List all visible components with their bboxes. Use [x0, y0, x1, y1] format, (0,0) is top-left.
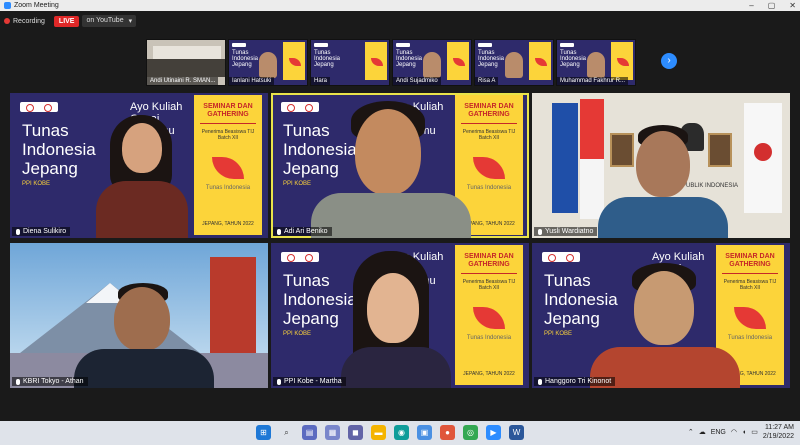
- asean-flag: [552, 103, 578, 213]
- participant-nametag: KBRI Tokyo - Athan: [12, 377, 88, 386]
- task-view-icon[interactable]: ▤: [302, 425, 317, 440]
- close-button[interactable]: ✕: [789, 0, 796, 11]
- participant-nametag: PPI Kobe - Martha: [273, 377, 346, 386]
- participant-name: Ianlani Hatsuki: [229, 77, 275, 85]
- language-indicator[interactable]: ENG: [711, 429, 726, 436]
- participant-video: [505, 52, 523, 78]
- live-badge[interactable]: LIVE: [53, 15, 80, 27]
- slide-subtitle: PPI KOBE: [22, 181, 51, 187]
- leaf-logo-icon: [473, 307, 505, 329]
- slide-subtitle: PPI KOBE: [283, 181, 312, 187]
- ppi-logo-icon: [542, 252, 580, 262]
- zoom-logo-icon: [4, 2, 11, 9]
- mic-icon: [16, 378, 20, 385]
- clock-date: 2/19/2022: [762, 433, 794, 440]
- clock[interactable]: 11:27 AM 2/19/2022: [763, 423, 794, 441]
- app-icon[interactable]: ●: [440, 425, 455, 440]
- wall-sign: PUBLIK INDONESIA: [682, 183, 739, 189]
- ppi-logo-icon: [281, 102, 319, 112]
- clock-time: 11:27 AM: [764, 424, 794, 431]
- window-title: Zoom Meeting: [14, 2, 59, 9]
- file-explorer-icon[interactable]: ▬: [371, 425, 386, 440]
- filmstrip-tile[interactable]: Tunas Indonesia Jepang Ianlani Hatsuki: [228, 39, 308, 86]
- maximize-button[interactable]: ▢: [768, 0, 776, 11]
- participant-video: [259, 52, 277, 78]
- participant-name: Risa A: [475, 77, 499, 85]
- recording-label[interactable]: Recording: [13, 18, 45, 25]
- filmstrip-tile[interactable]: Tunas Indonesia Jepang Muhammad Fakhrur …: [556, 39, 636, 86]
- indonesia-flag: [580, 99, 604, 219]
- filmstrip-tile[interactable]: Tunas Indonesia Jepang Hara: [310, 39, 390, 86]
- participant-name: Andi Utinaini R. SMAN...: [147, 77, 219, 85]
- wifi-icon[interactable]: ◠: [731, 428, 737, 436]
- widgets-icon[interactable]: ▦: [325, 425, 340, 440]
- mic-icon: [277, 228, 281, 235]
- participant-nametag: Adi Ari Beniko: [273, 227, 332, 236]
- leaf-logo-icon: [734, 307, 766, 329]
- mic-icon: [277, 378, 281, 385]
- participant-nametag: Yusli Wardiatno: [534, 227, 598, 236]
- leaf-logo-icon: [473, 157, 505, 179]
- mic-icon: [538, 228, 542, 235]
- video-tile[interactable]: Tunas Indonesia Jepang PPI KOBE Ayo Kuli…: [271, 93, 529, 238]
- video-tile[interactable]: Tunas Indonesia Jepang PPI KOBE Ayo Kuli…: [10, 93, 268, 238]
- slide-subtitle: PPI KOBE: [544, 331, 573, 337]
- search-icon[interactable]: ⌕: [279, 425, 294, 440]
- video-tile[interactable]: PUBLIK INDONESIA Yusli Wardiatno: [532, 93, 790, 238]
- volume-icon[interactable]: ◖: [742, 429, 746, 436]
- zoom-icon[interactable]: ▶: [486, 425, 501, 440]
- ppi-logo-icon: [20, 102, 58, 112]
- chat-icon[interactable]: ◼: [348, 425, 363, 440]
- chrome-icon[interactable]: ◎: [463, 425, 478, 440]
- pagoda: [210, 257, 256, 367]
- live-stream-dropdown[interactable]: on YouTube ▾: [82, 15, 137, 27]
- battery-icon[interactable]: ▭: [751, 428, 758, 436]
- recording-dot-icon: [4, 18, 10, 24]
- mic-icon: [16, 228, 20, 235]
- event-panel: SEMINAR DAN GATHERING Penerima Beasiswa …: [455, 245, 523, 385]
- video-tile[interactable]: KBRI Tokyo - Athan: [10, 243, 268, 388]
- participant-name: Hara: [311, 77, 331, 85]
- title-bar: Zoom Meeting – ▢ ✕: [0, 0, 800, 11]
- edge-icon[interactable]: ◉: [394, 425, 409, 440]
- cloud-icon[interactable]: ☁: [699, 428, 706, 436]
- slide-subtitle: PPI KOBE: [283, 331, 312, 337]
- participant-name: Muhammad Fakhrur R...: [557, 77, 629, 85]
- minimize-button[interactable]: –: [749, 0, 753, 11]
- participant-filmstrip: Andi Utinaini R. SMAN... Tunas Indonesia…: [146, 39, 636, 86]
- filmstrip-tile[interactable]: Tunas Indonesia Jepang Andi Sujadmiko: [392, 39, 472, 86]
- ppi-logo-icon: [281, 252, 319, 262]
- taskbar-apps: ⊞ ⌕ ▤ ▦ ◼ ▬ ◉ ▣ ● ◎ ▶ W: [256, 425, 524, 440]
- system-tray: ⌃ ☁ ENG ◠ ◖ ▭ 11:27 AM 2/19/2022: [688, 423, 794, 441]
- event-panel: SEMINAR DAN GATHERING Penerima Beasiswa …: [194, 95, 262, 235]
- video-tile[interactable]: Tunas Indonesia Jepang PPI KOBE Ayo Kuli…: [271, 243, 529, 388]
- portrait-frame: [708, 133, 732, 167]
- video-tile[interactable]: Tunas Indonesia Jepang PPI KOBE Ayo Kuli…: [532, 243, 790, 388]
- portrait-frame: [610, 133, 634, 167]
- start-icon[interactable]: ⊞: [256, 425, 271, 440]
- mic-icon: [538, 378, 542, 385]
- participant-name: Andi Sujadmiko: [393, 77, 441, 85]
- stream-label: on YouTube: [86, 17, 124, 24]
- windows-taskbar: ⊞ ⌕ ▤ ▦ ◼ ▬ ◉ ▣ ● ◎ ▶ W ⌃ ☁ ENG ◠ ◖ ▭ 11…: [0, 421, 800, 445]
- recording-bar: Recording LIVE on YouTube ▾: [4, 14, 137, 28]
- japan-flag: [744, 103, 782, 213]
- participant-nametag: Diena Sulikiro: [12, 227, 71, 236]
- filmstrip-tile[interactable]: Tunas Indonesia Jepang Risa A: [474, 39, 554, 86]
- filmstrip-tile[interactable]: Andi Utinaini R. SMAN...: [146, 39, 226, 86]
- word-icon[interactable]: W: [509, 425, 524, 440]
- participant-nametag: Hanggoro Tri Kinonot: [534, 377, 616, 386]
- participant-video: [587, 52, 605, 78]
- chevron-down-icon: ▾: [128, 18, 133, 25]
- leaf-logo-icon: [212, 157, 244, 179]
- window-controls: – ▢ ✕: [749, 0, 796, 11]
- zoom-window: Zoom Meeting – ▢ ✕ Recording LIVE on You…: [0, 0, 800, 445]
- filmstrip-next-button[interactable]: ›: [661, 53, 677, 69]
- store-icon[interactable]: ▣: [417, 425, 432, 440]
- tray-chevron-icon[interactable]: ⌃: [688, 428, 694, 436]
- participant-video: [423, 52, 441, 78]
